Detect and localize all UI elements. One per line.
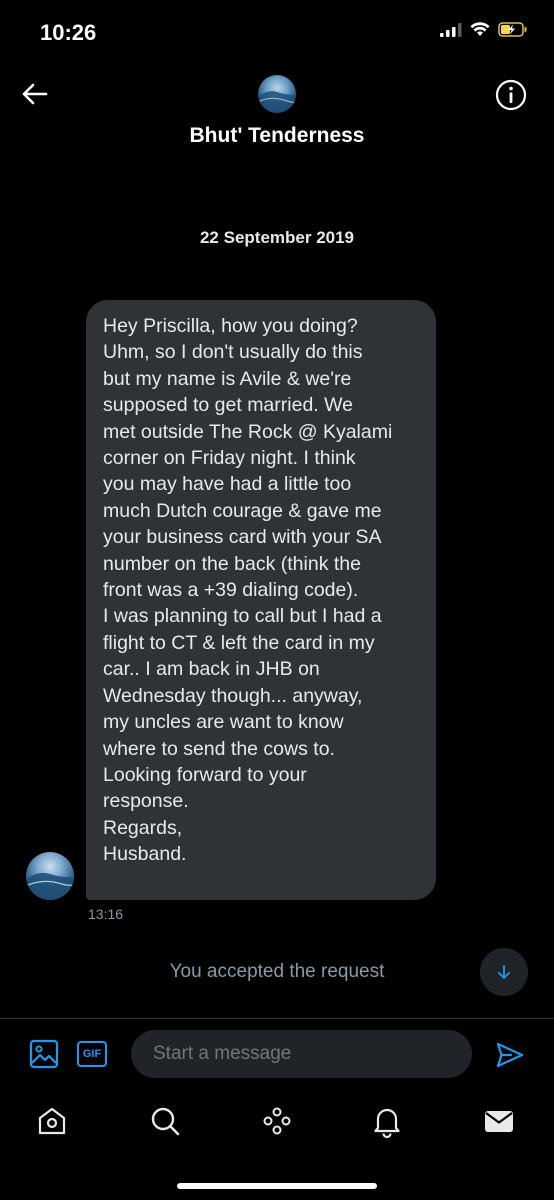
arrow-down-icon <box>498 965 510 979</box>
message-line: Uhm, so I don't usually do this <box>103 341 363 364</box>
message-line: Hey Priscilla, how you doing? <box>103 315 358 337</box>
message-line: Looking forward to your <box>103 763 307 786</box>
avatar-image <box>258 91 296 113</box>
home-icon[interactable] <box>35 1104 69 1138</box>
composer-divider <box>0 1018 554 1019</box>
image-icon[interactable] <box>28 1038 60 1070</box>
message-line: Wednesday though... anyway, <box>103 684 363 707</box>
request-accepted-notice: You accepted the request <box>169 961 385 982</box>
message-line: car.. I am back in JHB on <box>103 658 320 681</box>
battery-charging-icon <box>498 22 527 37</box>
message-bubble[interactable]: Hey Priscilla, how you doing? Uhm, so I … <box>86 300 436 900</box>
gif-button[interactable]: GIF <box>77 1041 107 1067</box>
date-separator: 22 September 2019 <box>199 228 355 247</box>
wifi-icon <box>470 22 490 36</box>
info-icon[interactable] <box>494 78 528 112</box>
scroll-to-bottom-button[interactable] <box>480 948 528 996</box>
message-line: response. <box>103 790 189 813</box>
message-line: I was planning to call but I had a <box>103 605 382 628</box>
conversation-title[interactable]: Bhut' Tenderness <box>0 124 554 148</box>
signal-icon <box>440 22 462 37</box>
message-timestamp: 13:16 <box>88 906 124 922</box>
notifications-icon[interactable] <box>370 1104 404 1138</box>
search-icon[interactable] <box>148 1104 182 1138</box>
message-input[interactable] <box>131 1030 472 1078</box>
message-line: Husband. <box>103 843 187 866</box>
message-line: corner on Friday night. I think <box>103 447 356 470</box>
gif-label: GIF <box>82 1048 102 1060</box>
spaces-icon[interactable] <box>260 1104 294 1138</box>
send-icon[interactable] <box>495 1040 525 1070</box>
message-line: your business card with your SA <box>103 526 382 549</box>
messages-icon[interactable] <box>482 1104 516 1138</box>
home-indicator[interactable] <box>177 1183 377 1189</box>
message-line: Regards, <box>103 816 183 839</box>
avatar-image <box>26 872 74 900</box>
message-line: where to send the cows to. <box>103 737 335 760</box>
back-arrow-icon[interactable] <box>18 78 50 110</box>
message-line: number on the back (think the <box>103 552 361 575</box>
message-line: but my name is Avile & we're <box>103 367 352 390</box>
message-line: supposed to get married. We <box>103 394 354 417</box>
conversation-avatar[interactable] <box>258 75 296 113</box>
message-line: front was a +39 dialing code). <box>103 579 359 602</box>
message-line: you may have had a little too <box>103 473 352 496</box>
message-line: much Dutch courage & gave me <box>103 499 382 522</box>
status-icons <box>440 22 528 37</box>
message-line: my uncles are want to know <box>103 711 344 734</box>
message-line: met outside The Rock @ Kyalami <box>103 420 393 443</box>
message-line: flight to CT & left the card in my <box>103 631 375 654</box>
sender-avatar[interactable] <box>26 852 74 900</box>
status-time: 10:26 <box>40 20 97 45</box>
